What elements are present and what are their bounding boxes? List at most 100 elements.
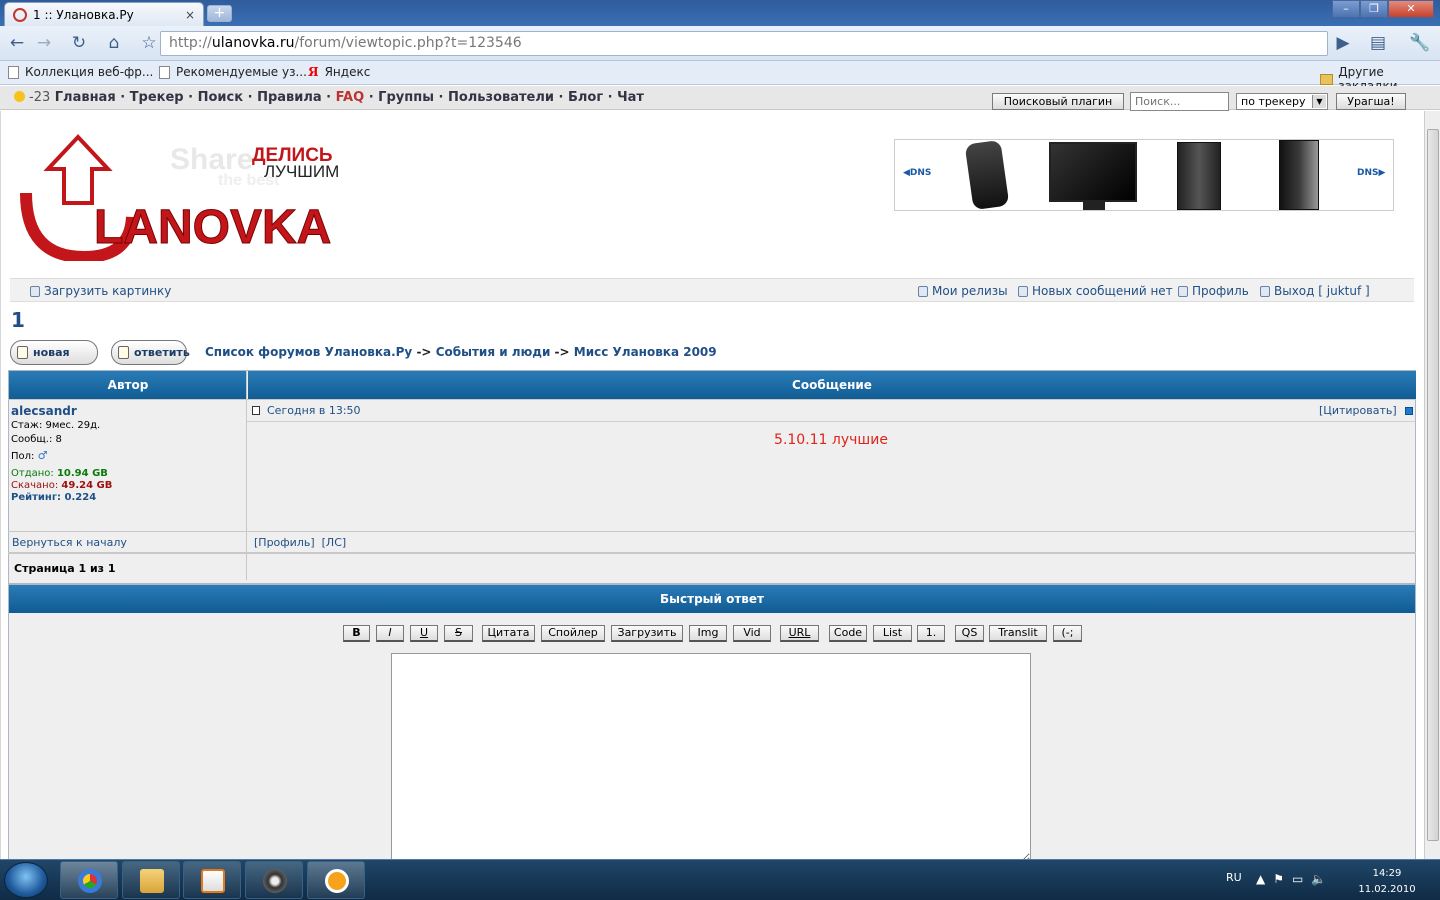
breadcrumb-miss-ulanovka[interactable]: Мисс Улановка 2009 [574, 345, 717, 359]
taskbar-chrome[interactable] [60, 861, 118, 899]
nav-chat[interactable]: Чат [617, 90, 644, 105]
my-releases-label: Мои релизы [932, 284, 1008, 298]
nav-faq[interactable]: FAQ [336, 90, 365, 105]
messages-link[interactable]: Новых сообщений нет [1018, 284, 1173, 298]
tab-close-icon[interactable]: × [185, 8, 195, 22]
my-releases-link[interactable]: Мои релизы [918, 284, 1008, 298]
volume-icon[interactable]: 🔈 [1311, 872, 1334, 886]
nav-search[interactable]: Поиск [198, 90, 243, 105]
taskbar-mail-agent[interactable] [307, 861, 365, 899]
bookmark-item[interactable]: Я Яндекс [308, 65, 370, 79]
minimize-icon[interactable]: – [1332, 0, 1360, 18]
quote-button[interactable]: Цитата [482, 625, 535, 642]
bookmark-item[interactable]: Коллекция веб-фр... [8, 65, 153, 79]
code-button[interactable]: Code [829, 625, 867, 642]
profile-link[interactable]: Профиль [1178, 284, 1249, 298]
address-bar[interactable]: http://ulanovka.ru/forum/viewtopic.php?t… [160, 31, 1328, 56]
row-divider [8, 552, 1416, 554]
logout-link[interactable]: Выход [ juktuf ] [1260, 284, 1370, 298]
window-controls: – ❐ ✕ [1332, 0, 1434, 18]
topic-title[interactable]: 1 [11, 308, 25, 332]
nav-users[interactable]: Пользователи [448, 90, 554, 105]
wrench-menu-icon[interactable]: 🔧 [1404, 31, 1436, 55]
author-messages: Сообщ.: 8 [11, 434, 62, 445]
upload-button[interactable]: Загрузить [611, 625, 683, 642]
logo-tagline-bottom: ЛУЧШИМ [264, 162, 339, 181]
go-arrow-icon[interactable]: ▶ [1331, 31, 1355, 55]
network-icon[interactable]: ▭ [1292, 872, 1311, 886]
reply-textarea[interactable] [391, 653, 1031, 863]
tray-expand-icon[interactable]: ▲ [1256, 872, 1273, 886]
breadcrumb-forum-index[interactable]: Список форумов Улановка.Ру [205, 345, 412, 359]
new-topic-button[interactable]: новая тема [10, 340, 98, 382]
maximize-icon[interactable]: ❐ [1360, 0, 1388, 18]
search-plugin-button[interactable]: Поисковый плагин [992, 93, 1124, 110]
banner-next-arrow[interactable]: DNS▶ [1357, 168, 1385, 178]
taskbar-media-center[interactable] [245, 861, 303, 899]
url-path: /forum/viewtopic.php?t=123546 [294, 35, 522, 51]
author-column-header: Автор [9, 371, 247, 400]
underline-button[interactable]: U [410, 625, 438, 642]
upload-image-link[interactable]: Загрузить картинку [30, 284, 171, 298]
page-icon [8, 65, 19, 79]
bold-button[interactable]: B [343, 625, 370, 642]
post-author[interactable]: alecsandr [11, 404, 77, 418]
reply-button[interactable]: ответить [111, 340, 190, 365]
url-button[interactable]: URL [780, 625, 819, 642]
reload-icon[interactable]: ↻ [67, 31, 91, 55]
home-icon[interactable]: ⌂ [102, 31, 126, 55]
quote-link[interactable]: [Цитировать] [1319, 404, 1397, 417]
img-button[interactable]: Img [689, 625, 727, 642]
video-button[interactable]: Vid [733, 625, 771, 642]
strike-button[interactable]: S [444, 625, 473, 642]
translit-button[interactable]: Translit [989, 625, 1047, 642]
forward-arrow-icon[interactable]: → [32, 31, 56, 55]
bookmark-star-icon[interactable]: ☆ [137, 31, 161, 55]
breadcrumb: Список форумов Улановка.Ру -> События и … [205, 345, 717, 359]
nav-groups[interactable]: Группы [378, 90, 434, 105]
nav-home[interactable]: Главная [55, 90, 116, 105]
nav-rules[interactable]: Правила [257, 90, 322, 105]
numbered-list-button[interactable]: 1. [917, 625, 945, 642]
keyboard-language[interactable]: RU [1226, 871, 1242, 884]
pagination-info: Страница 1 из 1 [14, 562, 116, 575]
user-icon [1178, 285, 1188, 297]
new-tab-button[interactable]: + [207, 5, 232, 22]
action-center-flag-icon[interactable]: ⚑ [1273, 872, 1292, 886]
breadcrumb-events[interactable]: События и люди [436, 345, 551, 359]
nav-tracker[interactable]: Трекер [130, 90, 184, 105]
qs-button[interactable]: QS [955, 625, 984, 642]
page-menu-icon[interactable]: ▤ [1366, 31, 1390, 55]
clock-date: 11.02.2010 [1358, 884, 1416, 895]
ad-banner[interactable]: ◀DNS DNS▶ [894, 139, 1394, 211]
back-arrow-icon[interactable]: ← [5, 31, 29, 55]
italic-button[interactable]: I [376, 625, 404, 642]
search-submit-button[interactable]: Урагша! [1336, 93, 1406, 110]
taskbar-clock[interactable]: 14:29 11.02.2010 [1358, 866, 1416, 898]
post-profile-link[interactable]: [Профиль] [254, 536, 315, 549]
search-scope-select[interactable]: по трекеру ▼ [1236, 93, 1328, 110]
scrollbar-thumb[interactable] [1427, 129, 1439, 841]
start-button[interactable] [4, 862, 48, 898]
banner-prev-arrow[interactable]: ◀DNS [903, 168, 931, 178]
folder-icon [1320, 73, 1334, 85]
nav-blog[interactable]: Блог [568, 90, 603, 105]
taskbar-media-player[interactable] [183, 861, 241, 899]
bookmark-label: Яндекс [324, 65, 371, 79]
window-close-icon[interactable]: ✕ [1388, 0, 1434, 18]
taskbar-explorer[interactable] [122, 861, 180, 899]
post-date-link[interactable]: Сегодня в 13:50 [252, 404, 361, 417]
site-logo[interactable]: Share the best ДЕЛИСЬ ЛУЧШИМ LANOVKA [18, 133, 350, 261]
post-pm-link[interactable]: [ЛС] [322, 536, 347, 549]
system-tray[interactable]: ▲⚑▭🔈 [1256, 872, 1334, 886]
vertical-scrollbar[interactable] [1424, 111, 1440, 859]
site-nav-links: -23 Главная · Трекер · Поиск · Правила ·… [14, 90, 644, 105]
clock-time: 14:29 [1372, 868, 1402, 879]
smiley-button[interactable]: (-; [1053, 625, 1082, 642]
browser-tab[interactable]: 1 :: Улановка.Ру × [4, 2, 204, 26]
back-to-top-link[interactable]: Вернуться к началу [12, 536, 127, 549]
search-input[interactable] [1130, 92, 1229, 111]
spoiler-button[interactable]: Спойлер [541, 625, 605, 642]
list-button[interactable]: List [873, 625, 912, 642]
bookmark-item[interactable]: Рекомендуемые уз... [159, 65, 307, 79]
